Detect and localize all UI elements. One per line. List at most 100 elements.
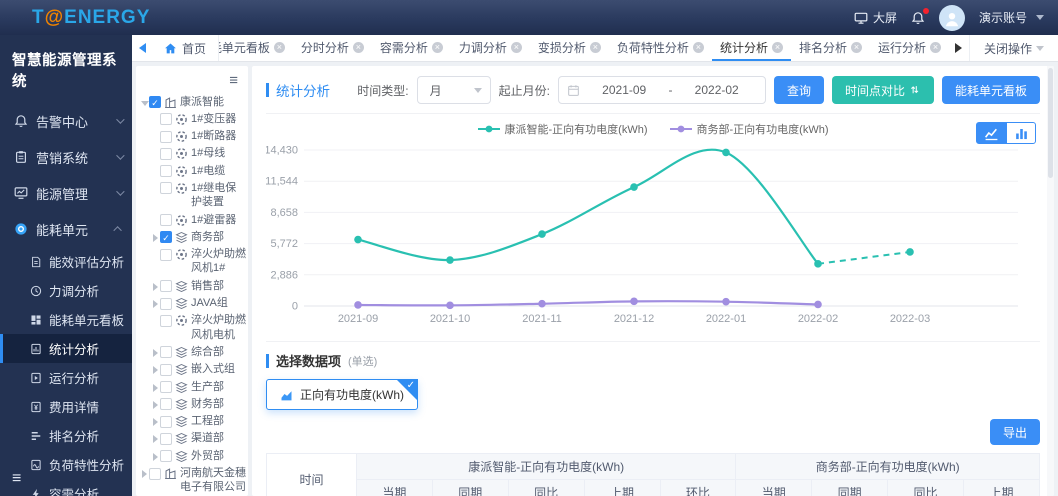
tree-checkbox[interactable] xyxy=(160,298,172,310)
tree-checkbox[interactable] xyxy=(160,315,172,327)
tab-item[interactable]: 变损分析× xyxy=(530,35,609,61)
tree-expand-slot[interactable] xyxy=(151,345,160,357)
tree-item[interactable]: JAVA组 xyxy=(140,295,246,312)
tree-item[interactable]: 生产部 xyxy=(140,378,246,395)
tabs-scroll-left-button[interactable] xyxy=(132,35,152,61)
tree-menu-icon[interactable]: ≡ xyxy=(140,70,246,93)
tree-checkbox[interactable] xyxy=(160,214,172,226)
tree-checkbox[interactable] xyxy=(149,468,161,480)
tree-checkbox[interactable] xyxy=(160,131,172,143)
tree-item[interactable]: 1#断路器 xyxy=(140,128,246,145)
sidebar-item[interactable]: 告警中心 xyxy=(0,103,132,139)
tab-home[interactable]: 首页 xyxy=(152,35,219,61)
time-type-select[interactable]: 月 xyxy=(417,76,491,104)
tree-expand-slot[interactable] xyxy=(140,95,149,106)
sidebar-subitem[interactable]: 排名分析 xyxy=(0,421,132,450)
tree-item[interactable]: 渠道部 xyxy=(140,430,246,447)
tree-expand-slot[interactable] xyxy=(151,431,160,443)
tree-checkbox[interactable] xyxy=(160,450,172,462)
tree-item[interactable]: ✓康派智能 xyxy=(140,93,246,110)
tree-checkbox[interactable] xyxy=(160,113,172,125)
tab-item[interactable]: 排名分析× xyxy=(791,35,870,61)
tree-checkbox[interactable] xyxy=(160,364,172,376)
tree-item[interactable]: ✓商务部 xyxy=(140,228,246,245)
month-range-picker[interactable]: 2021-09 - 2022-02 xyxy=(558,76,766,104)
tree-expand-slot[interactable] xyxy=(151,380,160,392)
unit-kanban-button[interactable]: 能耗单元看板 xyxy=(942,76,1040,104)
tab-close-icon[interactable]: × xyxy=(590,42,601,53)
tab-close-icon[interactable]: × xyxy=(851,42,862,53)
tab-item[interactable]: 负荷特性分析× xyxy=(609,35,712,61)
tab-close-icon[interactable]: × xyxy=(432,42,443,53)
tree-item[interactable]: 1#避雷器 xyxy=(140,211,246,228)
sidebar-item[interactable]: 能耗单元 xyxy=(0,211,132,247)
panel-scrollbar[interactable] xyxy=(1047,66,1054,496)
tab-item[interactable]: 运行分析× xyxy=(870,35,949,61)
tree-item[interactable]: 嵌入式组 xyxy=(140,361,246,378)
tree-expand-slot[interactable] xyxy=(151,414,160,426)
bar-chart-toggle[interactable] xyxy=(1006,122,1036,144)
tree-item[interactable]: 淬火炉助燃风机1# xyxy=(140,246,246,278)
tab-close-icon[interactable]: × xyxy=(772,42,783,53)
sidebar-subitem[interactable]: 能效评估分析 xyxy=(0,247,132,276)
tree-expand-slot[interactable] xyxy=(151,362,160,374)
data-item-forward-active-energy[interactable]: 正向有功电度(kWh) ✓ xyxy=(266,379,418,410)
tree-expand-slot[interactable] xyxy=(151,279,160,291)
tab-item[interactable]: 能耗单元看板× xyxy=(219,35,293,61)
tree-item[interactable]: 外贸部 xyxy=(140,447,246,464)
tree-item[interactable]: 1#电缆 xyxy=(140,162,246,179)
sidebar-item[interactable]: 能源管理 xyxy=(0,175,132,211)
tree-expand-slot[interactable] xyxy=(151,449,160,461)
sidebar-subitem[interactable]: 能耗单元看板 xyxy=(0,305,132,334)
tree-checkbox[interactable] xyxy=(160,182,172,194)
tab-close-icon[interactable]: × xyxy=(353,42,364,53)
tree-item[interactable]: 1#变压器 xyxy=(140,110,246,127)
tree-expand-slot[interactable] xyxy=(151,296,160,308)
time-compare-button[interactable]: 时间点对比 xyxy=(832,76,934,104)
notifications-button[interactable] xyxy=(911,11,925,25)
tree-checkbox[interactable] xyxy=(160,416,172,428)
tree-checkbox[interactable]: ✓ xyxy=(160,231,172,243)
tree-checkbox[interactable] xyxy=(160,280,172,292)
tree-item[interactable]: 销售部 xyxy=(140,277,246,294)
tree-checkbox[interactable] xyxy=(160,381,172,393)
legend-item[interactable]: 商务部-正向有功电度(kWh) xyxy=(670,121,829,137)
tree-checkbox[interactable]: ✓ xyxy=(149,96,161,108)
sidebar-subitem[interactable]: 统计分析 xyxy=(0,334,132,363)
tree-item[interactable]: 1#母线 xyxy=(140,145,246,162)
big-screen-button[interactable]: 大屏 xyxy=(854,9,897,26)
tree-item[interactable]: 综合部 xyxy=(140,343,246,360)
tree-checkbox[interactable] xyxy=(160,165,172,177)
sidebar-collapse-button[interactable]: ≡ xyxy=(12,470,21,488)
legend-item[interactable]: 康派智能-正向有功电度(kWh) xyxy=(478,121,648,137)
tab-item[interactable]: 力调分析× xyxy=(451,35,530,61)
tree-checkbox[interactable] xyxy=(160,249,172,261)
tab-item[interactable]: 统计分析× xyxy=(712,35,791,61)
query-button[interactable]: 查询 xyxy=(774,76,824,104)
tree-item[interactable]: 河南航天金穗电子有限公司 xyxy=(140,465,246,496)
tree-item[interactable]: 工程部 xyxy=(140,413,246,430)
export-button[interactable]: 导出 xyxy=(990,419,1040,445)
tree-checkbox[interactable] xyxy=(160,148,172,160)
scrollbar-thumb[interactable] xyxy=(1048,68,1053,178)
tree-expand-slot[interactable] xyxy=(151,230,160,242)
tree-checkbox[interactable] xyxy=(160,398,172,410)
tree-checkbox[interactable] xyxy=(160,346,172,358)
avatar[interactable] xyxy=(939,5,965,31)
tab-item[interactable]: 分时分析× xyxy=(293,35,372,61)
tab-close-icon[interactable]: × xyxy=(511,42,522,53)
tree-item[interactable]: 1#继电保护装置 xyxy=(140,179,246,211)
sidebar-subitem[interactable]: 费用详情 xyxy=(0,392,132,421)
tab-close-icon[interactable]: × xyxy=(930,42,941,53)
line-chart-toggle[interactable] xyxy=(976,122,1006,144)
tree-item[interactable]: 淬火炉助燃风机电机 xyxy=(140,312,246,344)
tab-close-icon[interactable]: × xyxy=(693,42,704,53)
close-operations-menu[interactable]: 关闭操作 xyxy=(969,35,1058,61)
sidebar-subitem[interactable]: 力调分析 xyxy=(0,276,132,305)
sidebar-item[interactable]: 营销系统 xyxy=(0,139,132,175)
tree-item[interactable]: 财务部 xyxy=(140,395,246,412)
account-menu[interactable]: 演示账号 xyxy=(979,9,1044,26)
tab-item[interactable]: 容需分析× xyxy=(372,35,451,61)
tabs-scroll-right-button[interactable] xyxy=(949,35,969,61)
tree-expand-slot[interactable] xyxy=(140,466,149,478)
